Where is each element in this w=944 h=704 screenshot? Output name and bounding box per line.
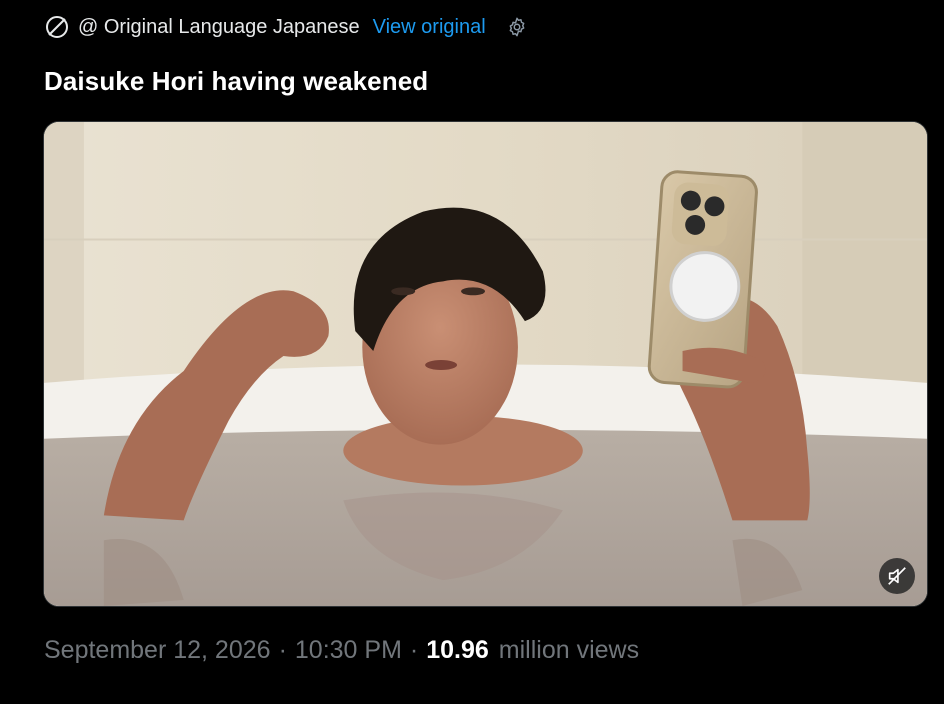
post-detail: @ Original Language Japanese View origin… bbox=[0, 0, 944, 704]
meta-separator: · bbox=[278, 636, 287, 664]
muted-speaker-icon bbox=[888, 567, 906, 585]
no-translate-icon bbox=[44, 14, 70, 40]
gear-icon[interactable] bbox=[505, 15, 529, 39]
post-date[interactable]: September 12, 2026 bbox=[44, 636, 271, 665]
meta-separator: · bbox=[409, 636, 419, 664]
post-time[interactable]: 10:30 PM bbox=[295, 636, 402, 665]
view-original-link[interactable]: View original bbox=[373, 16, 486, 39]
translation-bar: @ Original Language Japanese View origin… bbox=[44, 12, 529, 42]
video-frame bbox=[44, 122, 927, 606]
post-text: Daisuke Hori having weakened bbox=[44, 66, 429, 96]
original-language-label: @ Original Language Japanese bbox=[78, 15, 360, 38]
views-label: million views bbox=[498, 636, 640, 664]
views-count: 10.96 bbox=[426, 636, 489, 664]
video-player[interactable] bbox=[43, 121, 928, 607]
post-metadata: September 12, 2026 · 10:30 PM · 10.96 mi… bbox=[44, 636, 639, 665]
mute-button[interactable] bbox=[879, 558, 915, 594]
